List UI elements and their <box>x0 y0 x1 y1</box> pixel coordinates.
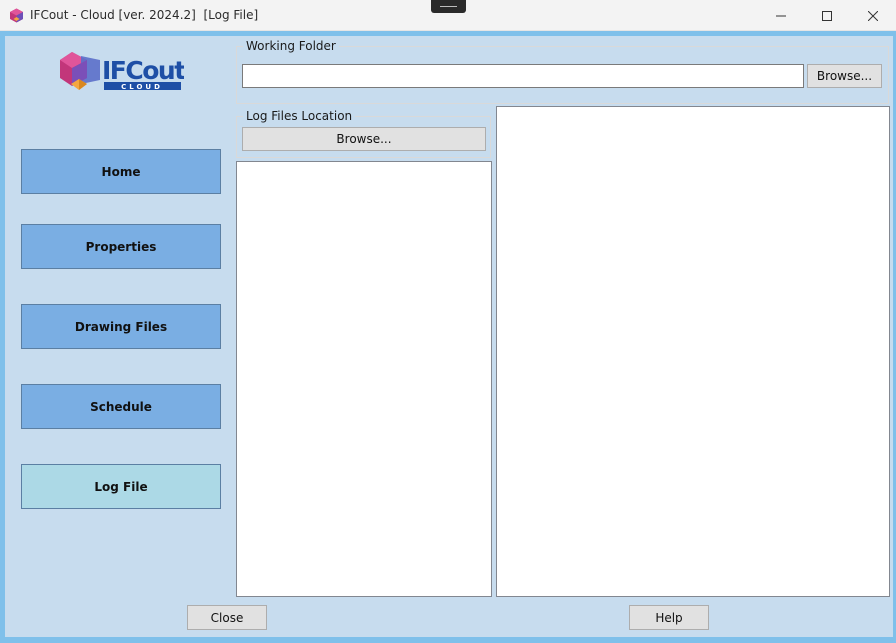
nav-log-file-button[interactable]: Log File <box>21 464 221 509</box>
window-title: IFCout - Cloud [ver. 2024.2] [Log File] <box>30 8 259 22</box>
close-icon <box>868 10 878 21</box>
log-content-viewer[interactable] <box>496 106 890 597</box>
svg-text:CLOUD: CLOUD <box>121 83 163 91</box>
nav-home-button[interactable]: Home <box>21 149 221 194</box>
svg-text:IFCout: IFCout <box>102 56 184 85</box>
nav-drawing-files-button[interactable]: Drawing Files <box>21 304 221 349</box>
minimize-icon <box>776 15 786 16</box>
close-button[interactable]: Close <box>187 605 267 630</box>
ifcout-logo: IFCout CLOUD <box>60 52 184 91</box>
working-folder-input[interactable] <box>242 64 804 88</box>
nav-schedule-button[interactable]: Schedule <box>21 384 221 429</box>
nav-properties-button[interactable]: Properties <box>21 224 221 269</box>
help-button[interactable]: Help <box>629 605 709 630</box>
logo-cube-icon <box>60 52 100 90</box>
title-bar[interactable]: IFCout - Cloud [ver. 2024.2] [Log File] <box>0 0 896 31</box>
maximize-button[interactable] <box>804 0 850 31</box>
close-window-button[interactable] <box>850 0 896 31</box>
snap-handle[interactable] <box>431 0 466 13</box>
log-files-location-legend: Log Files Location <box>243 109 356 123</box>
minimize-button[interactable] <box>758 0 804 31</box>
ifcout-app-icon <box>10 8 23 23</box>
working-folder-browse-button[interactable]: Browse... <box>807 64 882 88</box>
maximize-icon <box>822 10 832 21</box>
log-files-browse-button[interactable]: Browse... <box>242 127 486 151</box>
log-file-list[interactable] <box>236 161 492 597</box>
working-folder-legend: Working Folder <box>243 39 339 53</box>
